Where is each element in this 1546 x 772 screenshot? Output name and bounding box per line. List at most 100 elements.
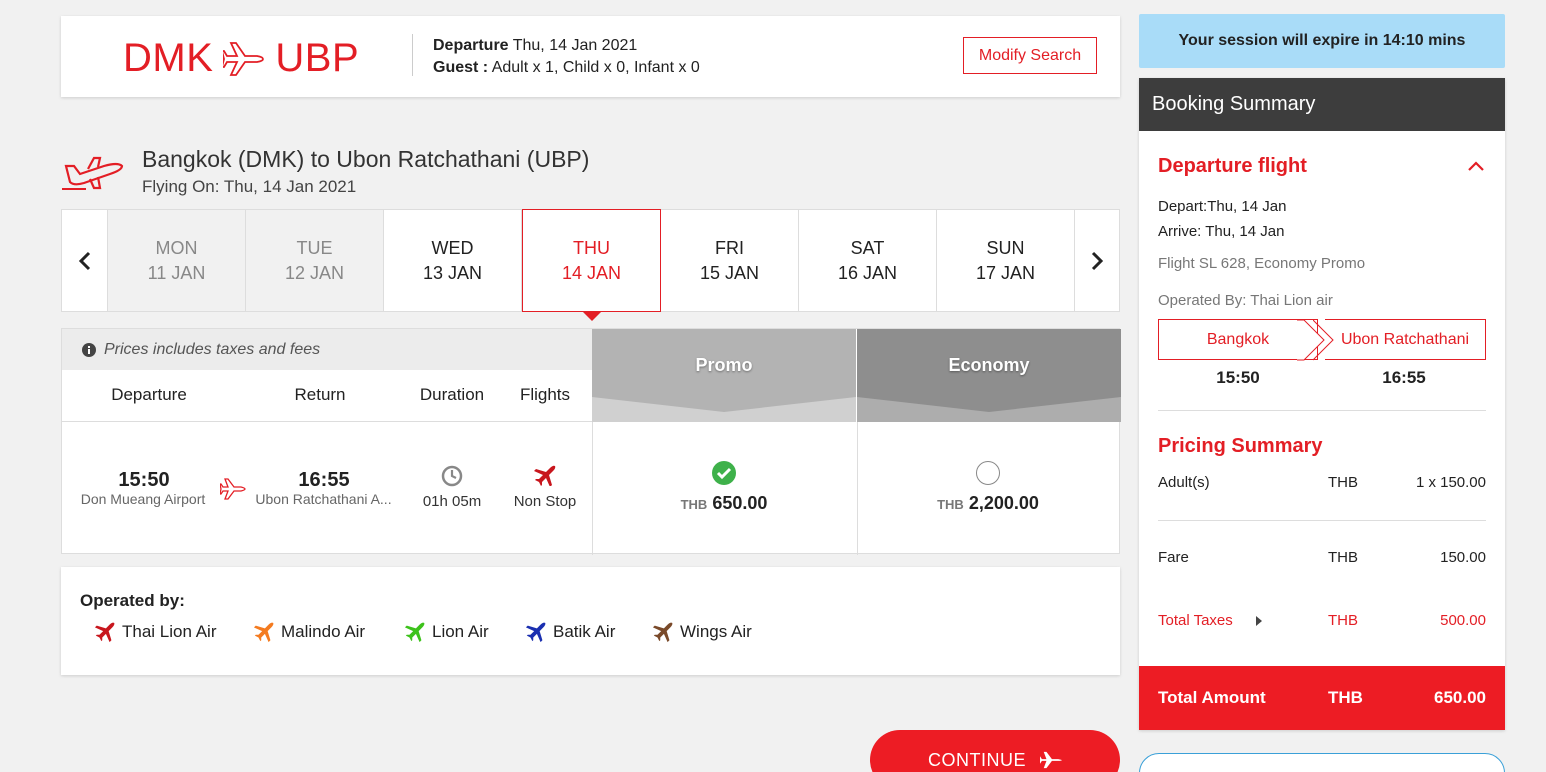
date-sat[interactable]: SAT 16 JAN [799, 210, 937, 311]
divider [62, 421, 592, 422]
modify-search-button[interactable]: Modify Search [963, 37, 1097, 74]
arrive-date: Arrive: Thu, 14 Jan [1158, 223, 1285, 240]
departure-value: Thu, 14 Jan 2021 [512, 37, 638, 54]
operated-by-info: Operated By: Thai Lion air [1158, 292, 1333, 309]
date-day: TUE [296, 237, 333, 258]
stops: Non Stop [513, 493, 577, 510]
date-tue[interactable]: TUE 12 JAN [246, 210, 384, 311]
fare-header-economy: Economy [857, 329, 1121, 422]
dep-time: 15:50 [118, 469, 170, 491]
airline-name: Thai Lion Air [122, 622, 217, 641]
dep-airport: Don Mueang Airport [80, 491, 206, 507]
price-currency: THB [1328, 612, 1358, 629]
fare-header-wave [857, 397, 1121, 422]
divider [592, 422, 593, 555]
departure-flight-title: Departure flight [1158, 155, 1307, 177]
price-label: Adult(s) [1158, 474, 1210, 491]
continue-label: CONTINUE [928, 750, 1026, 770]
fare-header-wave [592, 397, 856, 422]
plane-outline-icon [220, 478, 246, 500]
secondary-button[interactable] [1139, 753, 1505, 772]
plane-takeoff-icon [62, 156, 124, 190]
airline-plane-icon [652, 622, 673, 643]
date-thu-selected[interactable]: THU 14 JAN [522, 209, 661, 312]
chevron-right-icon [1091, 251, 1104, 270]
airline-wings: Wings Air [652, 621, 752, 643]
continue-button[interactable]: CONTINUE [870, 730, 1120, 772]
booking-summary: Booking Summary Departure flight Depart:… [1139, 78, 1505, 730]
to-city: Ubon Ratchathani [1340, 330, 1470, 348]
date-sun[interactable]: SUN 17 JAN [937, 210, 1075, 311]
date-date: 16 JAN [837, 262, 898, 283]
price-row-fare: Fare THB 150.00 [1158, 549, 1486, 566]
airline-name: Batik Air [553, 622, 616, 641]
date-date: 12 JAN [284, 262, 345, 283]
date-date: 14 JAN [561, 262, 622, 283]
plane-outline-icon [223, 41, 265, 76]
selected-date-pointer [583, 312, 601, 321]
guest-value: Adult x 1, Child x 0, Infant x 0 [491, 59, 700, 76]
origin-code: DMK [123, 36, 214, 80]
price-value: 150.00 [1440, 549, 1486, 566]
search-info: Departure Thu, 14 Jan 2021 Guest : Adult… [433, 35, 700, 79]
caret-right-icon [1256, 616, 1262, 626]
chevron-up-icon[interactable] [1467, 160, 1485, 172]
flight-info: Flight SL 628, Economy Promo [1158, 255, 1366, 272]
price-row-adults: Adult(s) THB 1 x 150.00 [1158, 474, 1486, 491]
price-currency: THB [1328, 549, 1358, 566]
airline-plane-icon [404, 622, 425, 643]
economy-price-value: 2,200.00 [968, 493, 1039, 513]
airline-plane-icon [534, 465, 556, 486]
departure-label: Departure [433, 37, 509, 54]
date-fri[interactable]: FRI 15 JAN [661, 210, 799, 311]
airline-malindo: Malindo Air [253, 621, 365, 643]
from-city-box: Bangkok [1158, 319, 1318, 360]
date-day: FRI [715, 237, 744, 258]
to-time: 16:55 [1382, 368, 1426, 387]
divider [1158, 520, 1486, 521]
date-day: SAT [850, 237, 885, 258]
date-day: THU [573, 237, 610, 258]
price-row-taxes[interactable]: Total Taxes THB 500.00 [1158, 612, 1486, 629]
date-day: MON [155, 237, 198, 258]
price-value: 500.00 [1440, 612, 1486, 629]
airline-plane-icon [94, 622, 115, 643]
date-wed[interactable]: WED 13 JAN [384, 210, 522, 311]
airline-plane-icon [253, 622, 274, 643]
currency: THB [937, 497, 964, 512]
economy-price[interactable]: THB 2,200.00 [908, 493, 1068, 514]
date-strip: MON 11 JAN TUE 12 JAN WED 13 JAN THU 14 … [61, 209, 1120, 312]
chevron-left-icon [78, 251, 90, 270]
currency: THB [680, 497, 708, 512]
price-value: 1 x 150.00 [1415, 474, 1486, 491]
prev-dates-button[interactable] [62, 210, 108, 311]
promo-price[interactable]: THB 650.00 [644, 493, 804, 514]
operated-by-panel: Operated by: Thai Lion Air Malindo Air L… [61, 567, 1120, 675]
flight-title: Bangkok (DMK) to Ubon Ratchathani (UBP) [142, 146, 590, 172]
date-day: SUN [986, 237, 1025, 258]
economy-radio[interactable] [976, 461, 1000, 485]
total-currency: THB [1328, 688, 1363, 707]
clock-icon [441, 465, 463, 487]
airline-plane-icon [525, 622, 546, 643]
divider [1158, 410, 1486, 411]
airline-name: Wings Air [680, 622, 752, 641]
destination-code: UBP [275, 36, 360, 80]
price-currency: THB [1328, 474, 1358, 491]
date-mon[interactable]: MON 11 JAN [108, 210, 246, 311]
arr-airport: Ubon Ratchathani A... [255, 491, 392, 507]
airline-name: Malindo Air [281, 622, 366, 641]
route-codes: DMK UBP [123, 36, 359, 81]
pricing-summary-title: Pricing Summary [1158, 435, 1323, 457]
promo-price-value: 650.00 [712, 493, 768, 513]
from-city: Bangkok [1206, 330, 1270, 348]
check-circle-icon[interactable] [712, 461, 736, 485]
airline-batik: Batik Air [525, 621, 615, 643]
next-dates-button[interactable] [1074, 210, 1120, 311]
date-date: 13 JAN [422, 262, 483, 283]
divider [857, 422, 858, 555]
operated-by-title: Operated by: [80, 591, 185, 610]
arr-time: 16:55 [298, 469, 350, 491]
route-notch-shape [1313, 319, 1334, 361]
total-label: Total Amount [1158, 688, 1266, 707]
